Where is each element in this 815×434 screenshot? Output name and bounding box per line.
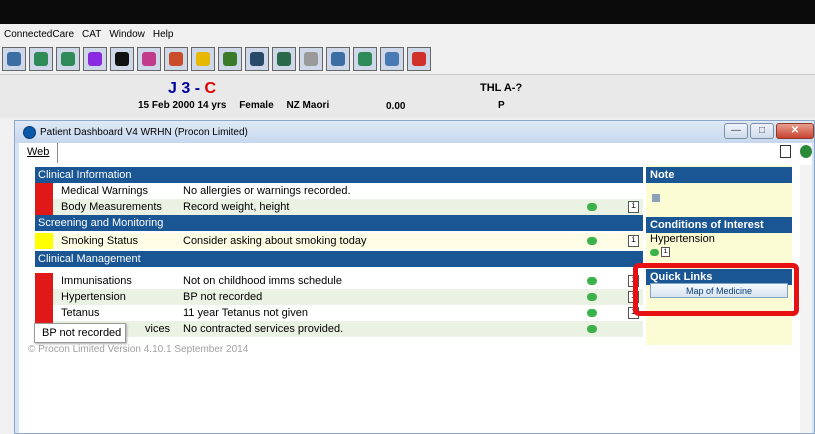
- menu-bar: ConnectedCare CAT Window Help: [0, 24, 815, 44]
- bulb-icon[interactable]: [191, 47, 215, 71]
- go-icon[interactable]: [587, 277, 597, 285]
- sidebar-panel: Note Conditions of Interest Hypertension…: [646, 165, 792, 345]
- window-title: Patient Dashboard V4 WRHN (Procon Limite…: [40, 126, 248, 138]
- row-label: Body Measurements: [61, 201, 162, 213]
- row-value: No allergies or warnings recorded.: [183, 185, 351, 197]
- row-value: BP not recorded: [183, 291, 263, 303]
- patient-name-text: J 3 -: [168, 80, 205, 97]
- chart-icon[interactable]: [137, 47, 161, 71]
- toolbar: [0, 44, 815, 74]
- tab-web-label: Web: [27, 146, 50, 158]
- ie-icon[interactable]: [800, 145, 812, 158]
- row-value: Not on childhood imms schedule: [183, 275, 342, 287]
- info-icon[interactable]: i: [661, 247, 670, 257]
- go-icon[interactable]: [587, 293, 597, 301]
- section-clinical-management: Clinical Management: [35, 251, 643, 267]
- highlight-annotation: [633, 263, 799, 316]
- patient-gender: Female: [239, 100, 274, 111]
- refresh-icon[interactable]: [299, 47, 323, 71]
- med-icon[interactable]: [218, 47, 242, 71]
- vertical-scrollbar[interactable]: [800, 165, 812, 433]
- footer-version: © Procon Limited Version 4.10.1 Septembe…: [28, 344, 249, 355]
- condition-icons: i: [646, 245, 792, 259]
- patient-banner: J 3 - C 15 Feb 2000 14 yrs Female NZ Mao…: [0, 74, 815, 118]
- row-value: 11 year Tetanus not given: [183, 307, 308, 319]
- section-clinical-information: Clinical Information: [35, 167, 643, 183]
- close-button[interactable]: ✕: [776, 123, 814, 139]
- note-icon[interactable]: [652, 194, 660, 202]
- row-label: Tetanus: [61, 307, 100, 319]
- patient-details: 15 Feb 2000 14 yrs Female NZ Maori: [138, 100, 339, 111]
- thl-code: THL A-?: [480, 82, 523, 94]
- menu-help[interactable]: Help: [153, 29, 174, 40]
- docs-icon[interactable]: [272, 47, 296, 71]
- patient-amount: 0.00: [386, 101, 406, 112]
- maximize-button[interactable]: □: [750, 123, 774, 139]
- status-swatch-red: [35, 199, 53, 215]
- patient-icon[interactable]: [29, 47, 53, 71]
- notes-icon[interactable]: [245, 47, 269, 71]
- row-value: No contracted services provided.: [183, 323, 344, 335]
- status-swatch-red: [35, 273, 53, 289]
- go-icon[interactable]: [587, 325, 597, 333]
- lab-icon[interactable]: [56, 47, 80, 71]
- row-label: Smoking Status: [61, 235, 139, 247]
- eraser-icon[interactable]: [407, 47, 431, 71]
- go-icon[interactable]: [587, 237, 597, 245]
- patient-dob: 15 Feb 2000 14 yrs: [138, 100, 227, 111]
- row-tetanus[interactable]: Tetanus 11 year Tetanus not given i: [35, 305, 643, 321]
- info-icon[interactable]: i: [628, 201, 639, 213]
- conditions-header: Conditions of Interest: [646, 217, 792, 233]
- users-icon[interactable]: [164, 47, 188, 71]
- row-label: Immunisations: [61, 275, 132, 287]
- row-label: Medical Warnings: [61, 185, 149, 197]
- go-icon[interactable]: [650, 248, 659, 256]
- document-icon[interactable]: [779, 145, 791, 158]
- go-icon[interactable]: [587, 203, 597, 211]
- note-header: Note: [646, 167, 792, 183]
- close-box-icon[interactable]: [110, 47, 134, 71]
- medication-icon[interactable]: [83, 47, 107, 71]
- row-body-measurements[interactable]: Body Measurements Record weight, height …: [35, 199, 643, 215]
- row-value: Record weight, height: [183, 201, 290, 213]
- menu-window[interactable]: Window: [109, 29, 145, 40]
- row-value: Consider asking about smoking today: [183, 235, 367, 247]
- go-icon[interactable]: [587, 309, 597, 317]
- globe-icon: [23, 125, 36, 139]
- window-titlebar: Patient Dashboard V4 WRHN (Procon Limite…: [15, 121, 814, 143]
- status-swatch-red: [35, 305, 53, 321]
- menu-connectedcare[interactable]: ConnectedCare: [4, 29, 74, 40]
- thl-p-code: P: [498, 100, 505, 111]
- condition-hypertension: Hypertension: [650, 233, 715, 245]
- tooltip: BP not recorded: [34, 323, 126, 343]
- row-medical-warnings[interactable]: Medical Warnings No allergies or warning…: [35, 183, 643, 199]
- row-immunisations[interactable]: Immunisations Not on childhood imms sche…: [35, 273, 643, 289]
- patient-name: J 3 - C: [168, 80, 216, 98]
- status-swatch-red: [35, 289, 53, 305]
- building-icon[interactable]: [353, 47, 377, 71]
- status-swatch-red: [35, 183, 53, 199]
- row-contracted-services[interactable]: vices No contracted services provided.: [35, 321, 643, 337]
- minimize-button[interactable]: —: [724, 123, 748, 139]
- top-black-bar: [0, 0, 815, 24]
- menu-cat[interactable]: CAT: [82, 29, 101, 40]
- calculator-icon[interactable]: [326, 47, 350, 71]
- row-smoking-status[interactable]: Smoking Status Consider asking about smo…: [35, 233, 643, 249]
- patient-name-suffix: C: [204, 80, 217, 97]
- info-icon[interactable]: i: [628, 235, 639, 247]
- note-area: [646, 183, 792, 217]
- tab-icons: [779, 145, 812, 161]
- patient-ethnicity: NZ Maori: [286, 100, 330, 111]
- form-icon[interactable]: [380, 47, 404, 71]
- tab-row: Web: [19, 143, 812, 165]
- pen-icon[interactable]: [2, 47, 26, 71]
- status-swatch-yellow: [35, 233, 53, 249]
- row-label: Hypertension: [61, 291, 126, 303]
- row-hypertension[interactable]: Hypertension BP not recorded i: [35, 289, 643, 305]
- tab-web[interactable]: Web: [21, 143, 59, 163]
- section-screening-monitoring: Screening and Monitoring: [35, 215, 643, 231]
